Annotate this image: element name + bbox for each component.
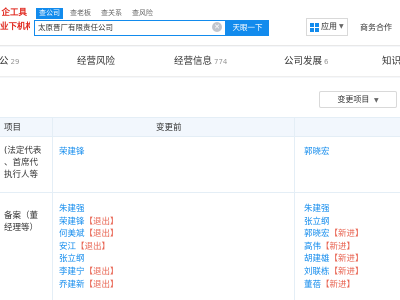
- row-1-label: (法定代表 、首席代 执行人等: [4, 146, 42, 180]
- list-item: 荣建锋【退出】: [59, 216, 119, 229]
- tab-business-risk[interactable]: 经营风险: [77, 55, 115, 69]
- list-item: 荣建锋: [59, 146, 85, 159]
- person-link[interactable]: 董蓓: [304, 280, 321, 290]
- tab-label: 公司发展: [284, 56, 323, 67]
- tab-count: 774: [214, 58, 228, 66]
- logo-line-2: 业下机构: [0, 22, 30, 32]
- exit-tag: 【退出】: [76, 241, 111, 252]
- new-tag: 【新进】: [321, 279, 356, 290]
- tab-label: 经营风险: [77, 56, 116, 67]
- new-tag: 【新进】: [329, 229, 364, 240]
- logo-line-1: 企工具: [1, 8, 27, 18]
- tab-label: 公: [0, 56, 9, 67]
- list-item: 张立纲: [304, 216, 364, 229]
- top-bar: 企工具 业下机构 查公司 查老板 查关系 查风险 太原晋厂有限责任公司 ✕ 天眼…: [0, 0, 400, 46]
- app-grid-icon: [310, 22, 319, 32]
- site-logo[interactable]: 企工具 业下机构: [0, 6, 30, 36]
- column-divider: [52, 117, 53, 300]
- list-item: 朱建强: [59, 203, 119, 216]
- tab-company-development[interactable]: 公司发展 6: [284, 55, 328, 69]
- table-header: 项目 变更前: [0, 117, 400, 137]
- person-link[interactable]: 李建宁: [59, 267, 85, 277]
- row-2-label: 备案（董 经理等）: [4, 211, 39, 233]
- list-item: 安江【退出】: [59, 241, 119, 254]
- person-link[interactable]: 张立纲: [304, 217, 330, 227]
- tab-company-background[interactable]: 公 29: [0, 55, 19, 69]
- row-divider: [0, 192, 400, 193]
- person-link[interactable]: 郭晓宏: [304, 147, 330, 157]
- tab-label: 知识: [382, 56, 400, 67]
- person-link[interactable]: 高伟: [304, 242, 321, 252]
- person-link[interactable]: 朱建强: [59, 204, 85, 214]
- person-link[interactable]: 朱建强: [304, 204, 330, 214]
- list-item: 刘联栋【新进】: [304, 266, 364, 279]
- column-item: 项目: [4, 123, 22, 133]
- search-tab-relation[interactable]: 查关系: [98, 8, 125, 19]
- row-1-before: 荣建锋: [59, 146, 85, 159]
- app-menu-label: 应用: [321, 22, 337, 31]
- list-item: 郭晓宏: [304, 146, 330, 159]
- section-tabs: 公 29 经营风险 经营信息 774 公司发展 6 知识: [0, 47, 400, 77]
- exit-tag: 【退出】: [84, 279, 119, 290]
- tab-label: 经营信息: [174, 56, 213, 67]
- tab-count: 6: [324, 58, 329, 66]
- column-before: 变更前: [156, 123, 182, 133]
- person-link[interactable]: 郭晓宏: [304, 229, 330, 239]
- change-item-filter[interactable]: 变更项目 ▼: [319, 91, 397, 108]
- exit-tag: 【退出】: [84, 266, 119, 277]
- row-2-after: 朱建强 张立纲 郭晓宏【新进】 高伟【新进】 胡建雄【新进】 刘联栋【新进】 董…: [304, 203, 364, 291]
- person-link[interactable]: 何美斌: [59, 229, 85, 239]
- list-item: 董蓓【新进】: [304, 279, 364, 292]
- person-link[interactable]: 荣建锋: [59, 217, 85, 227]
- exit-tag: 【退出】: [84, 229, 119, 240]
- caret-down-icon: ▼: [339, 23, 344, 30]
- tab-business-info[interactable]: 经营信息 774: [174, 55, 227, 69]
- person-link[interactable]: 荣建锋: [59, 147, 85, 157]
- search-button[interactable]: 天眼一下: [226, 20, 269, 36]
- list-item: 胡建雄【新进】: [304, 253, 364, 266]
- new-tag: 【新进】: [321, 241, 356, 252]
- new-tag: 【新进】: [329, 254, 364, 265]
- list-item: 朱建强: [304, 203, 364, 216]
- business-cooperation-link[interactable]: 商务合作: [360, 22, 392, 34]
- tab-ip[interactable]: 知识: [382, 55, 400, 69]
- app-menu-button[interactable]: 应用 ▼: [306, 18, 348, 36]
- search-input[interactable]: 太原晋厂有限责任公司: [34, 20, 226, 36]
- exit-tag: 【退出】: [84, 216, 119, 227]
- person-link[interactable]: 张立纲: [59, 254, 85, 264]
- list-item: 郭晓宏【新进】: [304, 228, 364, 241]
- search-tab-boss[interactable]: 查老板: [67, 8, 94, 19]
- search-tab-risk[interactable]: 查风险: [129, 8, 156, 19]
- clear-icon[interactable]: ✕: [212, 22, 222, 32]
- new-tag: 【新进】: [329, 266, 364, 277]
- list-item: 张立纲: [59, 253, 119, 266]
- person-link[interactable]: 胡建雄: [304, 254, 330, 264]
- column-divider: [294, 117, 295, 300]
- list-item: 高伟【新进】: [304, 241, 364, 254]
- list-item: 乔建新【退出】: [59, 279, 119, 292]
- row-2-before: 朱建强 荣建锋【退出】 何美斌【退出】 安江【退出】 张立纲 李建宁【退出】 乔…: [59, 203, 119, 291]
- row-1-after: 郭晓宏: [304, 146, 330, 159]
- search-tab-company[interactable]: 查公司: [36, 8, 63, 19]
- list-item: 何美斌【退出】: [59, 228, 119, 241]
- change-records-panel: 变更项目 ▼ 项目 变更前 (法定代表 、首席代 执行人等 荣建锋 郭晓宏 备案…: [0, 78, 400, 300]
- chevron-down-icon: ▼: [373, 97, 379, 104]
- person-link[interactable]: 刘联栋: [304, 267, 330, 277]
- tab-count: 29: [10, 58, 20, 66]
- person-link[interactable]: 安江: [59, 242, 76, 252]
- filter-label: 变更项目: [337, 95, 370, 104]
- person-link[interactable]: 乔建新: [59, 280, 85, 290]
- search-type-tabs: 查公司 查老板 查关系 查风险: [36, 8, 160, 19]
- list-item: 李建宁【退出】: [59, 266, 119, 279]
